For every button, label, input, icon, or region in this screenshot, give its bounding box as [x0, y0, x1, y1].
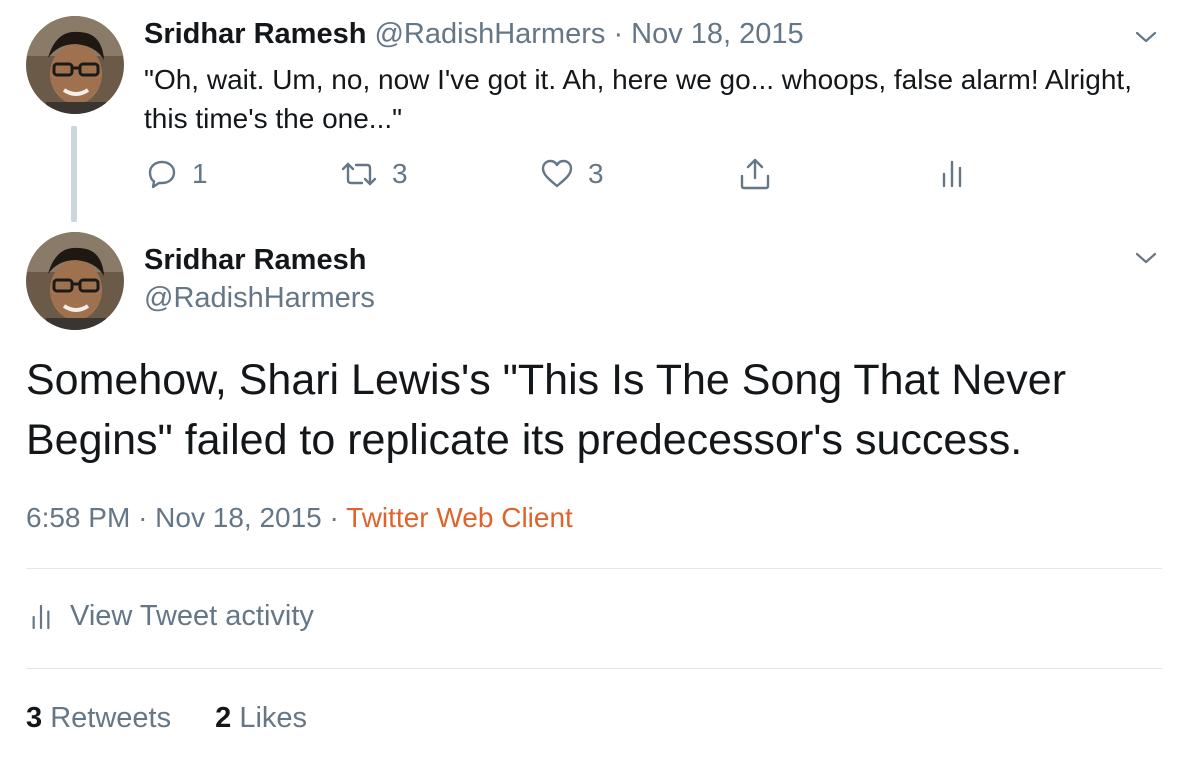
like-icon — [541, 159, 573, 188]
share-icon — [740, 158, 770, 190]
main-chevron-down-icon[interactable] — [1134, 250, 1158, 266]
reply-icon — [148, 160, 176, 189]
parent-tweet-header: Sridhar Ramesh @RadishHarmers · Nov 18, … — [144, 18, 804, 51]
retweets-count: 3 — [26, 702, 43, 734]
likes-stat[interactable]: 2 Likes — [215, 702, 307, 734]
retweets-stat[interactable]: 3 Retweets — [26, 702, 179, 734]
parent-tweet-text: "Oh, wait. Um, no, now I've got it. Ah, … — [144, 64, 1132, 134]
retweet-button[interactable]: 3 — [340, 155, 408, 193]
parent-handle[interactable]: @RadishHarmers — [374, 18, 605, 50]
likes-label: Likes — [239, 702, 308, 734]
divider-top — [26, 568, 1162, 569]
parent-date[interactable]: Nov 18, 2015 — [631, 18, 804, 50]
retweet-icon — [341, 162, 377, 186]
engagement-stats: 3 Retweets 2 Likes — [26, 702, 343, 735]
main-time[interactable]: 6:58 PM — [26, 502, 130, 533]
share-button[interactable] — [738, 155, 772, 193]
retweets-label: Retweets — [50, 702, 172, 734]
like-button[interactable]: 3 — [540, 155, 604, 193]
analytics-icon — [32, 604, 50, 629]
main-date[interactable]: Nov 18, 2015 — [155, 502, 322, 533]
main-tweet-meta: 6:58 PM · Nov 18, 2015 · Twitter Web Cli… — [26, 502, 573, 534]
likes-count: 2 — [215, 702, 232, 734]
like-count: 3 — [588, 158, 604, 189]
meta-separator-2: · — [329, 502, 339, 533]
retweet-count: 3 — [392, 158, 408, 189]
main-tweet-text: Somehow, Shari Lewis's "This Is The Song… — [26, 356, 1067, 464]
main-display-name[interactable]: Sridhar Ramesh — [144, 244, 366, 277]
analytics-icon — [942, 160, 962, 188]
main-handle[interactable]: @RadishHarmers — [144, 282, 375, 315]
parent-avatar[interactable] — [26, 16, 124, 114]
tweet-detail-page: Sridhar Ramesh @RadishHarmers · Nov 18, … — [0, 0, 1180, 764]
view-tweet-activity-label: View Tweet activity — [70, 600, 314, 632]
source-link[interactable]: Twitter Web Client — [346, 502, 573, 533]
reply-count: 1 — [192, 158, 208, 189]
reply-button[interactable]: 1 — [146, 155, 208, 193]
parent-chevron-down-icon[interactable] — [1134, 29, 1158, 45]
analytics-button[interactable] — [940, 155, 964, 193]
view-tweet-activity-link[interactable]: View Tweet activity — [30, 600, 314, 633]
thread-connector-line — [71, 126, 77, 222]
divider-bottom — [26, 668, 1162, 669]
meta-separator-1: · — [138, 502, 148, 533]
main-avatar[interactable] — [26, 232, 124, 330]
parent-display-name[interactable]: Sridhar Ramesh — [144, 18, 366, 50]
parent-header-separator: · — [613, 18, 624, 50]
